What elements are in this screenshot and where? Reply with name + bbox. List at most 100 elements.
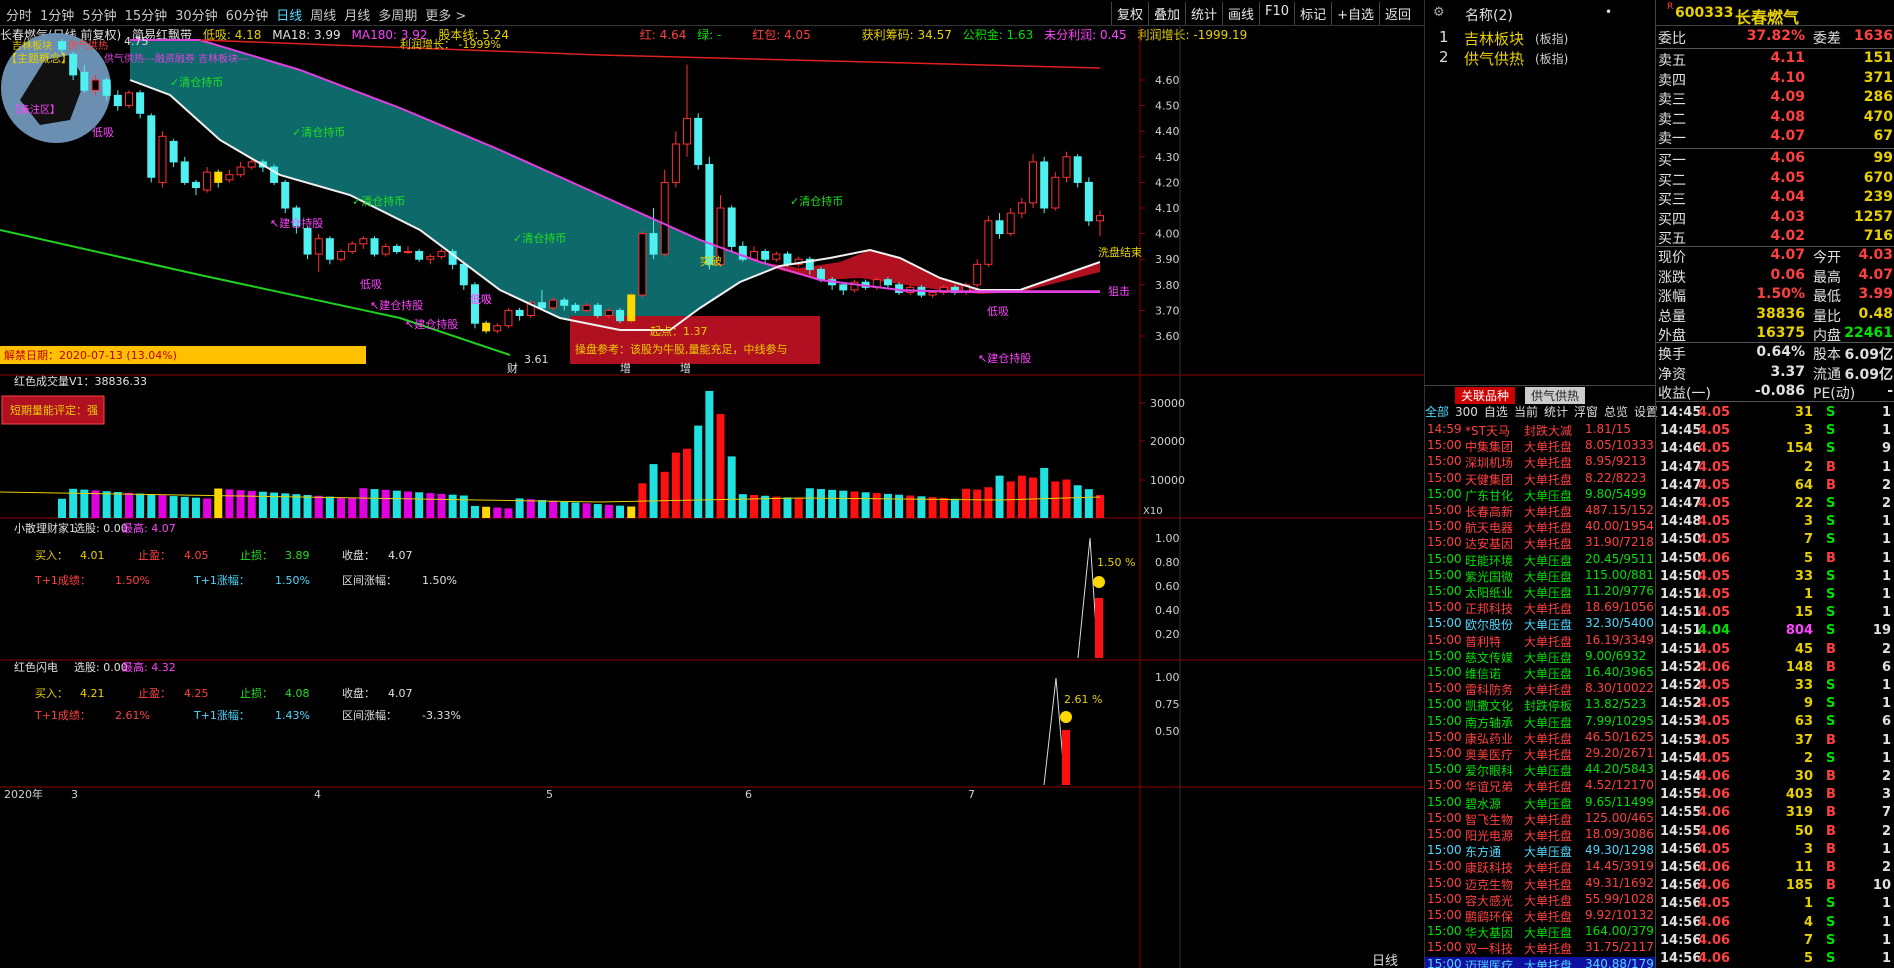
trade-volume: 3 [1803,423,1813,439]
kline-chart-area[interactable]: 4.60 4.50 4.40 4.30 4.20 4.10 4.00 3.90 3.80 3.70… [0,0,1424,968]
bid-row[interactable]: 买四 4.03 1257 [1425,209,1894,229]
trade-price: 4.05 [1698,587,1731,602]
trade-side: B [1826,841,1836,857]
stat-row: 现价 4.07 今开 4.03 [1425,247,1894,267]
news-time: 15:00 [1427,924,1462,939]
trade-side: B [1826,860,1836,875]
news-row[interactable]: 15:00 鹏鹞环保 大单托盘 9.92/10132 [1425,908,1655,925]
news-price: 29.20/2671 [1585,746,1654,760]
news-filter[interactable]: 自选 [1484,405,1508,419]
volume-bar [560,501,569,518]
news-row[interactable]: 15:00 爱尔眼科 大单压盘 44.20/5843 [1425,762,1655,779]
news-row[interactable]: 15:00 欧尔股份 大单压盘 32.30/5400 [1425,616,1655,633]
news-row[interactable]: 15:00 奥美医疗 大单托盘 29.20/2671 [1425,746,1655,763]
price-tick-label: 4.20 [1155,176,1180,189]
trade-volume: 37 [1794,732,1813,748]
reference-text: 操盘参考：该股为牛股,量能充足，中线参与 [575,342,788,356]
news-row[interactable]: 15:00 阳光电源 大单托盘 18.09/3086 [1425,827,1655,844]
ask-row[interactable]: 卖五 4.11 151 [1425,50,1894,70]
news-event: 大单托盘 [1524,456,1573,471]
news-row[interactable]: 15:00 迈克生物 大单托盘 49.31/1692 [1425,876,1655,893]
news-row[interactable]: 15:00 长春高新 大单托盘 487.15/152 [1425,503,1655,520]
stat-label: 净资 [1658,366,1686,383]
candle-body [381,245,390,255]
trade-time: 14:50 [1660,550,1702,566]
news-row[interactable]: 15:00 双一科技 大单托盘 31.75/2117 [1425,940,1655,957]
news-row[interactable]: 15:00 康弘药业 大单托盘 46.50/1625 [1425,730,1655,747]
volume-bar [805,488,814,518]
bid-row[interactable]: 买一 4.06 99 [1425,150,1894,170]
bid-row[interactable]: 买二 4.05 670 [1425,170,1894,190]
news-event: 大单压盘 [1524,586,1573,600]
ask-row[interactable]: 卖四 4.10 371 [1425,70,1894,90]
trade-volume: 3 [1803,841,1813,857]
trade-count: 1 [1881,587,1891,602]
candle-body [113,94,122,107]
news-row[interactable]: 14:59 *ST天马 封跌大减 1.81/15 [1425,422,1655,439]
volume-bar [147,494,156,518]
bid-row[interactable]: 买三 4.04 239 [1425,189,1894,209]
trade-time: 14:52 [1660,696,1702,712]
news-row[interactable]: 15:00 太阳纸业 大单压盘 11.20/9776 [1425,584,1655,601]
trade-side: B [1826,641,1836,657]
news-row[interactable]: 15:00 迈瑞医疗 大单托盘 340.88/179 [1425,956,1655,968]
sniper-label: 狙击 [1108,285,1130,298]
news-row[interactable]: 15:00 航天电器 大单托盘 40.00/1954 [1425,519,1655,536]
news-row[interactable]: 15:00 华谊兄弟 大单托盘 4.52/12170 [1425,778,1655,795]
volume-bar [895,494,904,518]
trade-volume: 64 [1794,477,1813,493]
news-filter[interactable]: 总览 [1604,405,1628,419]
stock-terminal: 分时 1分钟 5分钟 15分钟 30分钟 60分钟 日线 周线 月线 多周期 更多 > 复权 叠加 统计… [0,0,1894,968]
news-row[interactable]: 15:00 华大基因 大单压盘 164.00/379 [1425,924,1655,941]
news-row[interactable]: 15:00 智飞生物 大单托盘 125.00/465 [1425,811,1655,828]
trade-time: 14:47 [1660,496,1702,511]
news-row[interactable]: 15:00 天健集团 大单托盘 8.22/8223 [1425,471,1655,488]
panel4-title[interactable]: 红色闪电 [14,660,58,674]
volume-title[interactable]: 红色成交量V1：38836.33 [14,374,147,388]
news-row[interactable]: 15:00 雷科防务 大单托盘 8.30/10022 [1425,681,1655,698]
candle-body [80,71,89,91]
candle-body [560,299,569,306]
news-row[interactable]: 15:00 正邦科技 大单托盘 18.69/10569 [1425,600,1655,617]
news-row[interactable]: 15:00 广东甘化 大单压盘 9.80/5499 [1425,487,1655,504]
news-row[interactable]: 15:00 普利特 大单托盘 16.19/3349 [1425,633,1655,650]
volume-bar [236,490,245,518]
p3-tick-label: 0.40 [1155,604,1180,617]
news-event: 大单托盘 [1524,472,1573,487]
trade-row: 14:56 4.06 11 B 2 [1658,859,1893,879]
ask-row[interactable]: 卖二 4.08 470 [1425,109,1894,129]
trade-row: 14:45 4.05 3 S 1 [1658,422,1893,442]
news-row[interactable]: 15:00 东方通 大单压盘 49.30/1298 [1425,843,1655,860]
news-row[interactable]: 15:00 达安基因 大单托盘 31.90/7218 [1425,535,1655,552]
news-price: 40.00/1954 [1585,519,1654,534]
news-filter[interactable]: 浮窗 [1574,405,1598,419]
news-row[interactable]: 15:00 碧水源 大单压盘 9.65/11499 [1425,795,1655,812]
news-filter[interactable]: 300 [1455,405,1478,419]
news-row[interactable]: 15:00 康跃科技 大单托盘 14.45/3919 [1425,859,1655,876]
news-filter[interactable]: 当前 [1514,405,1538,419]
news-row[interactable]: 15:00 维信诺 大单压盘 16.40/3965 [1425,665,1655,682]
news-row[interactable]: 15:00 容大感光 大单托盘 55.99/1028 [1425,892,1655,909]
news-filter[interactable]: 统计 [1544,405,1568,419]
volume-bar [526,499,535,518]
bid-row[interactable]: 买五 4.02 716 [1425,228,1894,248]
candle-body [928,291,937,296]
trade-side: B [1826,732,1836,748]
news-row[interactable]: 15:00 南方轴承 大单压盘 7.99/10295 [1425,714,1655,731]
news-row[interactable]: 15:00 凯撒文化 封跌停板 13.82/523 [1425,697,1655,714]
news-event: 大单托盘 [1524,861,1573,876]
settings-icon[interactable]: ⚙ [1433,5,1445,20]
candle-body [191,181,200,189]
ask-row[interactable]: 卖一 4.07 67 [1425,128,1894,148]
panel3-title[interactable]: 小散理财家1 [14,521,76,535]
candle-body [281,181,290,209]
news-row[interactable]: 15:00 中集集团 大单托盘 8.05/10333 [1425,438,1655,455]
ask-row[interactable]: 卖三 4.09 286 [1425,89,1894,109]
ask-label: 卖一 [1658,131,1686,147]
trade-price: 4.06 [1698,951,1731,966]
news-filter[interactable]: 全部 [1425,405,1449,419]
news-row[interactable]: 15:00 深圳机场 大单托盘 8.95/9213 [1425,454,1655,471]
news-row[interactable]: 15:00 慈文传媒 大单压盘 9.00/6932 [1425,649,1655,666]
news-row[interactable]: 15:00 旺能环境 大单压盘 20.45/9511 [1425,552,1655,569]
news-row[interactable]: 15:00 紫光国微 大单压盘 115.00/881 [1425,568,1655,585]
